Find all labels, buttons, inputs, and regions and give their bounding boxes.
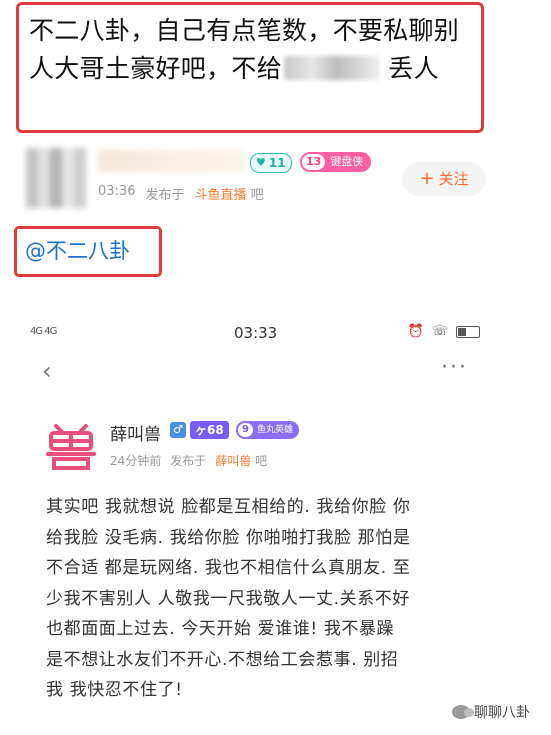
fan-badge-name: 鱼丸英雄	[256, 425, 293, 435]
post-author-row: ♥ 11 13 键盘侠 03:36 发布于 斗鱼直播 吧 + 关注	[26, 148, 526, 214]
forum-source-suffix: 吧	[255, 454, 268, 468]
watermark: 聊聊八卦	[452, 702, 530, 722]
heart-icon: ♥	[256, 156, 266, 169]
post-body-line: 也都面面上过去. 今天开始 爱谁谁! 我不暴躁	[46, 619, 395, 639]
user-level-value: 68	[207, 423, 224, 437]
blurred-name-redaction	[284, 56, 381, 80]
fan-badge-name: 键盘侠	[330, 155, 364, 168]
post-meta: 03:36 发布于 斗鱼直播 吧	[98, 184, 264, 203]
fan-badge: 13 键盘侠	[300, 152, 372, 172]
post-body-line: 我 我快忍不住了!	[46, 680, 183, 700]
fan-badge-level: 13	[302, 154, 326, 170]
status-time: 03:33	[234, 324, 278, 342]
post-body-line: 少我不害别人 人敬我一尺我敬人一丈.关系不好	[46, 588, 411, 609]
watermark-text: 聊聊八卦	[474, 705, 530, 721]
mention-text: @不二八卦	[25, 239, 130, 263]
battery-icon	[456, 325, 480, 338]
post-body-line: 不合适 都是玩网络. 我也不相信什么真朋友. 至	[46, 558, 411, 578]
post-body-line: 是不想让水友们不开心.不想给工会惹事. 别招	[46, 649, 399, 670]
forum-source-suffix: 吧	[250, 188, 264, 203]
wechat-icon	[452, 705, 474, 719]
hd-call-icon: ☏	[431, 324, 448, 339]
nav-bar: ‹ ···	[30, 355, 476, 389]
status-bar: 4G 4G 03:33 ⏰ ☏	[30, 318, 486, 348]
mention-link[interactable]: @不二八卦	[14, 226, 162, 277]
published-in-label: 发布于	[170, 454, 207, 468]
follow-label: 关注	[438, 170, 469, 188]
chevron-left-icon[interactable]: ‹	[42, 357, 52, 385]
post-body-line: 给我脸 没毛病. 我给你脸 你啪啪打我脸 那怕是	[46, 527, 411, 548]
male-gender-icon: ♂	[170, 422, 186, 438]
post-time: 03:36	[98, 184, 136, 199]
follow-button[interactable]: + 关注	[402, 162, 486, 196]
author-name[interactable]: 薛叫兽	[110, 420, 161, 445]
ellipsis-icon[interactable]: ···	[441, 355, 468, 380]
published-in-label: 发布于	[145, 188, 185, 203]
status-icons: ⏰ ☏	[408, 324, 480, 339]
fan-badge-level: 9	[238, 423, 253, 437]
alarm-icon: ⏰	[407, 324, 424, 339]
fan-badge: 9 鱼丸英雄	[236, 421, 299, 439]
post-text: 不二八卦，自己有点笔数，不要私聊别人大哥土豪好吧，不给 丢人	[29, 12, 473, 88]
plus-icon: +	[419, 168, 435, 189]
signal-icon: 4G 4G	[30, 326, 57, 337]
post-body-line: 其实吧 我就想说 脸都是互相给的. 我给你脸 你	[46, 497, 411, 517]
forum-source-link[interactable]: 薛叫兽	[215, 454, 251, 468]
user-level-badge: ヶ68	[190, 421, 229, 439]
post-body: 其实吧 我就想说 脸都是互相给的. 我给你脸 你 给我脸 没毛病. 我给你脸 你…	[46, 492, 476, 706]
user-level-value: 11	[268, 156, 286, 170]
blurred-username[interactable]	[98, 150, 246, 172]
post-meta: 24分钟前 发布于 薛叫兽 吧	[110, 452, 267, 469]
forum-source-link[interactable]: 斗鱼直播	[194, 188, 246, 203]
post-time: 24分钟前	[110, 454, 162, 468]
avatar[interactable]	[26, 148, 86, 208]
highlighted-post-text-box: 不二八卦，自己有点笔数，不要私聊别人大哥土豪好吧，不给 丢人	[16, 2, 484, 133]
animal-logo-icon	[46, 424, 96, 470]
avatar[interactable]	[42, 416, 100, 474]
user-level-badge: ♥ 11	[250, 153, 292, 173]
embedded-post-header: 薛叫兽 ♂ ヶ68 9 鱼丸英雄 24分钟前 发布于 薛叫兽 吧	[40, 412, 510, 486]
post-text-tail: 丢人	[388, 54, 439, 83]
